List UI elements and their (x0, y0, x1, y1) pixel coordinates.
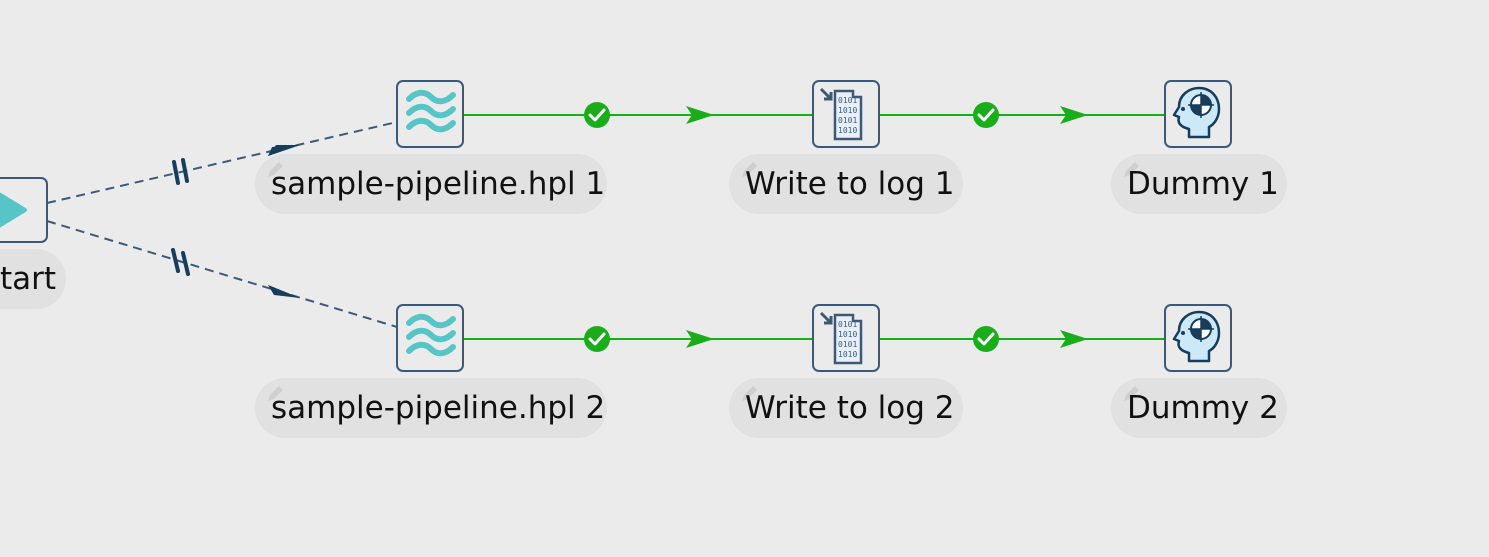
write-to-log-binary-icon: 0101 1010 0101 1010 (819, 311, 863, 365)
write-log-label-1[interactable]: Write to log 1 (729, 154, 963, 214)
dummy-label-1[interactable]: Dummy 1 (1111, 154, 1287, 214)
dummy-label-text-1: Dummy 1 (1127, 166, 1279, 202)
write-log-node-2[interactable]: 0101 1010 0101 1010 (812, 304, 880, 372)
start-label-text: tart (0, 261, 57, 297)
svg-text:0101: 0101 (838, 116, 857, 125)
svg-text:0101: 0101 (838, 320, 857, 329)
write-log-node-1[interactable]: 0101 1010 0101 1010 (812, 80, 880, 148)
hop-pipeline-1-to-write-log-1[interactable] (463, 102, 813, 128)
dummy-label-text-2: Dummy 2 (1127, 390, 1279, 426)
svg-text:1010: 1010 (838, 330, 857, 339)
hop-write-log-2-to-dummy-2[interactable] (879, 326, 1165, 352)
start-play-icon (0, 192, 27, 228)
write-to-log-binary-icon: 0101 1010 0101 1010 (819, 87, 863, 141)
dummy-node-2[interactable] (1164, 304, 1232, 372)
write-log-label-2[interactable]: Write to log 2 (729, 378, 963, 438)
pipeline-label-2[interactable]: sample-pipeline.hpl 2 (255, 378, 607, 438)
dummy-node-1[interactable] (1164, 80, 1232, 148)
dummy-label-2[interactable]: Dummy 2 (1111, 378, 1287, 438)
hops-layer (46, 102, 1165, 352)
start-node[interactable] (0, 177, 48, 243)
pipeline-label-text-1: sample-pipeline.hpl 1 (271, 166, 606, 202)
dummy-head-target-icon (1172, 310, 1221, 363)
success-check-icon (973, 326, 999, 352)
pipeline-waves-icon (406, 313, 456, 357)
success-check-icon (584, 102, 610, 128)
hop-pipeline-2-to-write-log-2[interactable] (463, 326, 813, 352)
svg-text:1010: 1010 (838, 126, 857, 135)
pipeline-waves-icon (406, 89, 456, 133)
pipeline-node-1[interactable] (396, 80, 464, 148)
success-check-icon (973, 102, 999, 128)
pipeline-label-text-2: sample-pipeline.hpl 2 (271, 390, 606, 426)
hop-start-to-pipeline-2[interactable] (46, 220, 398, 328)
pipeline-node-2[interactable] (396, 304, 464, 372)
svg-text:0101: 0101 (838, 96, 857, 105)
workflow-canvas[interactable]: tart sample-pipeline.hpl 1 0101 1010 010… (0, 0, 1489, 557)
hop-write-log-1-to-dummy-1[interactable] (879, 102, 1165, 128)
svg-text:0101: 0101 (838, 340, 857, 349)
success-check-icon (584, 326, 610, 352)
svg-text:1010: 1010 (838, 106, 857, 115)
pipeline-label-1[interactable]: sample-pipeline.hpl 1 (255, 154, 607, 214)
start-label[interactable]: tart (0, 249, 66, 309)
svg-text:1010: 1010 (838, 350, 857, 359)
write-log-label-text-1: Write to log 1 (745, 166, 955, 202)
dummy-head-target-icon (1172, 86, 1221, 139)
write-log-label-text-2: Write to log 2 (745, 390, 955, 426)
